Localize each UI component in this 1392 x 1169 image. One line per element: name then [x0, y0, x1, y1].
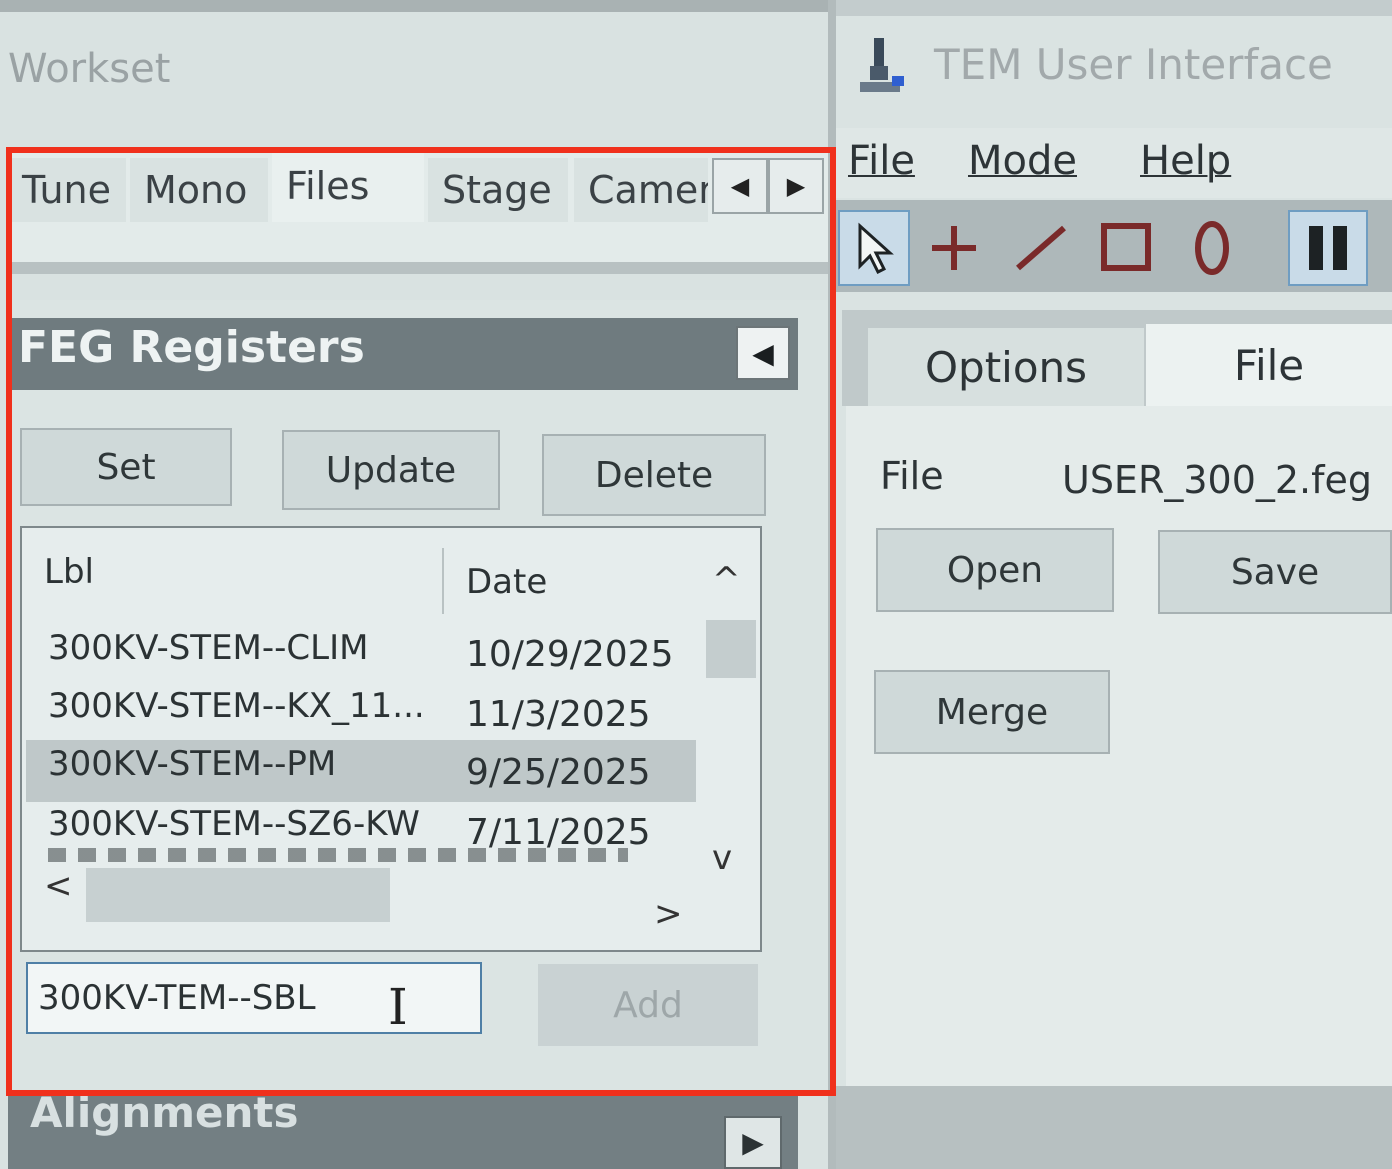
text-cursor-icon: I	[388, 978, 408, 1036]
row-label: 300KV-STEM--KX_11...	[48, 686, 425, 726]
row-date: 11/3/2025	[466, 694, 651, 735]
scroll-right-icon[interactable]: >	[654, 894, 683, 934]
row-label: 300KV-STEM--PM	[48, 744, 337, 784]
delete-button[interactable]: Delete	[542, 434, 766, 516]
pointer-icon[interactable]	[838, 210, 910, 286]
file-name-value: USER_300_2.feg	[1062, 458, 1373, 502]
row-date: 9/25/2025	[466, 752, 651, 793]
tab-divider	[8, 262, 828, 274]
rectangle-icon[interactable]	[1090, 210, 1162, 286]
tem-ui-title: TEM User Interface	[934, 40, 1333, 89]
collapse-arrow-icon[interactable]: ◀	[736, 326, 790, 380]
menu-mode[interactable]: Mode	[968, 138, 1077, 184]
row-label: 300KV-STEM--CLIM	[48, 628, 369, 668]
menu-file[interactable]: File	[848, 138, 915, 184]
tem-ui-lower-area	[836, 1086, 1392, 1169]
tab-stage[interactable]: Stage	[428, 158, 568, 222]
menu-help[interactable]: Help	[1140, 138, 1231, 184]
workset-title-bar	[0, 0, 833, 12]
expand-arrow-icon[interactable]: ▶	[724, 1116, 782, 1169]
feg-registers-title: FEG Registers	[18, 322, 365, 373]
tab-files[interactable]: Files	[272, 150, 424, 222]
tem-ui-top-edge	[836, 0, 1392, 16]
row-date: 10/29/2025	[466, 634, 674, 675]
set-button[interactable]: Set	[20, 428, 232, 506]
column-separator[interactable]	[442, 548, 444, 614]
scroll-down-icon[interactable]: v	[712, 838, 732, 878]
save-button[interactable]: Save	[1158, 530, 1392, 614]
add-button[interactable]: Add	[538, 964, 758, 1046]
register-label-input[interactable]	[26, 962, 482, 1034]
tab-tune[interactable]: Tune	[8, 158, 126, 222]
column-header-date[interactable]: Date	[466, 562, 547, 602]
update-button[interactable]: Update	[282, 430, 500, 510]
tab-scroll-right-button[interactable]: ▶	[768, 158, 824, 214]
crosshair-icon[interactable]	[918, 210, 990, 286]
open-button[interactable]: Open	[876, 528, 1114, 612]
table-row-partial[interactable]	[48, 848, 628, 862]
line-icon[interactable]	[1004, 210, 1076, 286]
horizontal-scrollbar-thumb[interactable]	[86, 868, 390, 922]
merge-button[interactable]: Merge	[874, 670, 1110, 754]
scroll-up-icon[interactable]: ^	[712, 560, 741, 600]
alignments-title: Alignments	[30, 1088, 299, 1137]
ellipse-icon[interactable]	[1176, 210, 1248, 286]
vertical-scrollbar-thumb[interactable]	[706, 620, 756, 678]
pause-icon[interactable]	[1288, 210, 1368, 286]
workset-title: Workset	[8, 46, 171, 92]
tab-scroll-left-button[interactable]: ◀	[712, 158, 768, 214]
tab-file[interactable]: File	[1146, 324, 1392, 406]
microscope-icon	[860, 38, 904, 92]
file-label: File	[880, 454, 944, 498]
scroll-left-icon[interactable]: <	[44, 866, 73, 906]
tab-camera[interactable]: Camer	[574, 158, 708, 222]
row-label: 300KV-STEM--SZ6-KW	[48, 804, 420, 844]
column-header-label[interactable]: Lbl	[44, 552, 94, 592]
tab-mono[interactable]: Mono	[130, 158, 268, 222]
menu-bar	[836, 128, 1392, 198]
tab-options[interactable]: Options	[868, 328, 1144, 406]
row-date: 7/11/2025	[466, 812, 651, 853]
